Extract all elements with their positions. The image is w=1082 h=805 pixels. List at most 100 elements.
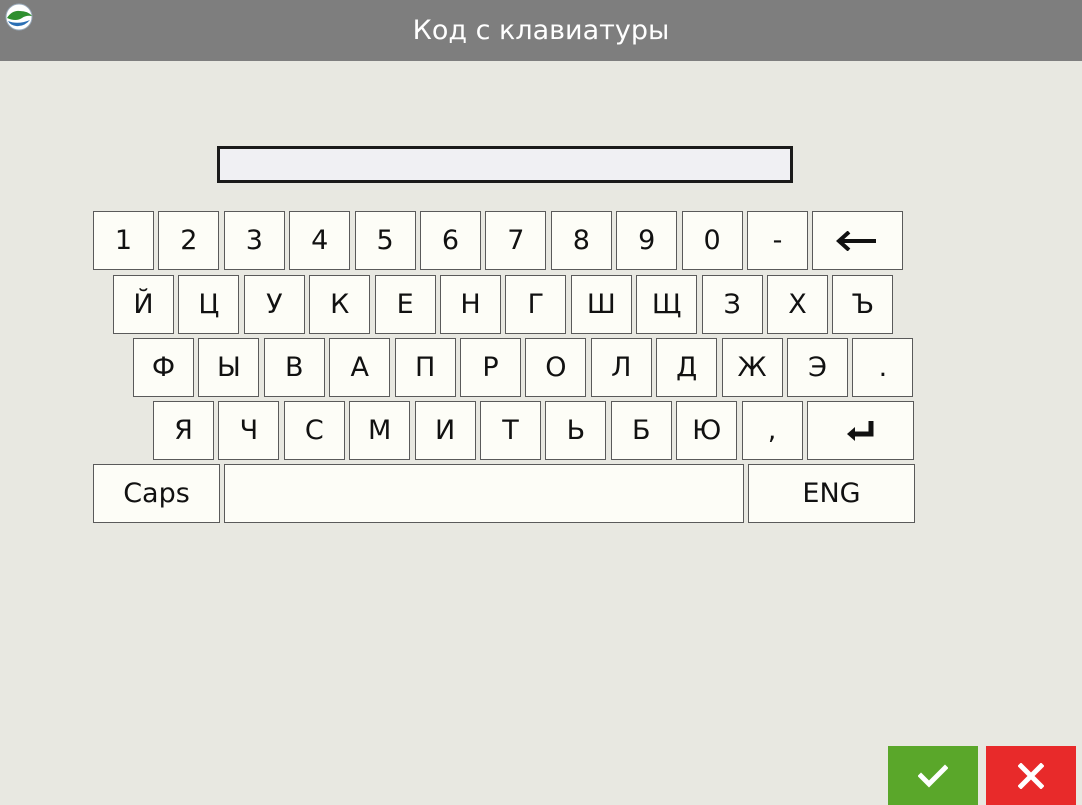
key-м[interactable]: М (349, 401, 411, 460)
key-label: Е (396, 289, 414, 320)
key-label: 3 (245, 225, 263, 256)
key-label: 4 (311, 225, 329, 256)
key-ж[interactable]: Ж (721, 338, 783, 397)
key-н[interactable]: Н (440, 275, 501, 334)
key-label: . (878, 352, 888, 383)
app-logo-icon (5, 3, 33, 31)
key-minus[interactable]: - (747, 211, 808, 270)
key-9[interactable]: 9 (616, 211, 678, 270)
key-в[interactable]: В (263, 338, 325, 397)
key-label: Ф (151, 352, 176, 383)
key-label: Р (482, 352, 499, 383)
key-ц[interactable]: Ц (178, 275, 240, 334)
key-5[interactable]: 5 (354, 211, 416, 270)
key-7[interactable]: 7 (485, 211, 547, 270)
key-ъ[interactable]: Ъ (832, 275, 894, 334)
key-label: В (285, 352, 304, 383)
key-label: 7 (507, 225, 525, 256)
key-п[interactable]: П (394, 338, 456, 397)
close-icon (1018, 762, 1044, 789)
backspace-arrow-icon (835, 230, 876, 251)
key-label: Д (676, 352, 698, 383)
confirm-button[interactable] (888, 746, 978, 805)
caps-key[interactable]: Caps (93, 464, 220, 523)
key-label: Ч (239, 415, 259, 446)
code-input[interactable] (217, 146, 793, 183)
backspace-key[interactable] (812, 211, 904, 270)
enter-key[interactable] (807, 401, 914, 460)
key-label: Ю (692, 415, 722, 446)
key-ы[interactable]: Ы (198, 338, 260, 397)
key-label: , (767, 415, 777, 446)
key-label: К (330, 289, 350, 320)
key-4[interactable]: 4 (289, 211, 351, 270)
key-ч[interactable]: Ч (218, 401, 280, 460)
key-8[interactable]: 8 (550, 211, 612, 270)
key-label: 2 (180, 225, 198, 256)
key-э[interactable]: Э (787, 338, 848, 397)
key-label: Ш (586, 289, 616, 320)
key-и[interactable]: И (414, 401, 476, 460)
key-6[interactable]: 6 (420, 211, 481, 270)
key-label: 6 (441, 225, 460, 256)
window-title: Код с клавиатуры (412, 15, 670, 46)
key-1[interactable]: 1 (93, 211, 154, 270)
key-о[interactable]: О (525, 338, 587, 397)
key-label: 0 (703, 225, 721, 256)
key-label: Caps (123, 478, 190, 509)
key-ю[interactable]: Ю (676, 401, 738, 460)
key-я[interactable]: Я (153, 401, 214, 460)
key-label: М (368, 415, 392, 446)
key-label: С (304, 415, 324, 446)
key-щ[interactable]: Щ (636, 275, 698, 334)
key-label: Щ (651, 289, 682, 320)
key-к[interactable]: К (309, 275, 371, 334)
key-л[interactable]: Л (590, 338, 652, 397)
key-р[interactable]: Р (460, 338, 521, 397)
space-key[interactable] (224, 464, 744, 523)
key-label: З (723, 289, 741, 320)
key-т[interactable]: Т (480, 401, 541, 460)
key-label: Ц (198, 289, 220, 320)
enter-return-icon (846, 420, 873, 441)
key-label: У (266, 289, 283, 320)
key-label: 1 (114, 225, 133, 256)
key-label: Ь (566, 415, 586, 446)
cancel-button[interactable] (986, 746, 1076, 805)
language-switch-key[interactable]: ENG (748, 464, 915, 523)
key-label: 5 (376, 225, 394, 256)
key-label: Ъ (851, 289, 875, 320)
key-label: Ж (737, 352, 767, 383)
key-label: Ы (216, 352, 241, 383)
key-б[interactable]: Б (610, 401, 672, 460)
key-label: Б (632, 415, 651, 446)
key-с[interactable]: С (283, 401, 345, 460)
key-е[interactable]: Е (374, 275, 436, 334)
key-label: Т (502, 415, 519, 446)
key-label: Э (808, 352, 827, 383)
key-label: Я (174, 415, 193, 446)
key-й[interactable]: Й (113, 275, 174, 334)
key-comma[interactable]: , (741, 401, 803, 460)
key-label: П (414, 352, 436, 383)
key-label: - (772, 225, 783, 256)
key-д[interactable]: Д (656, 338, 718, 397)
key-х[interactable]: Х (767, 275, 828, 334)
key-label: Х (788, 289, 807, 320)
key-ш[interactable]: Ш (570, 275, 632, 334)
key-label: И (434, 415, 456, 446)
key-period[interactable]: . (852, 338, 914, 397)
key-label: Г (527, 289, 545, 320)
key-з[interactable]: З (701, 275, 763, 334)
key-3[interactable]: 3 (223, 211, 285, 270)
key-а[interactable]: А (329, 338, 391, 397)
key-у[interactable]: У (243, 275, 305, 334)
key-2[interactable]: 2 (158, 211, 220, 270)
key-label: ENG (802, 478, 861, 509)
key-ь[interactable]: Ь (545, 401, 607, 460)
key-ф[interactable]: Ф (133, 338, 194, 397)
key-г[interactable]: Г (505, 275, 567, 334)
key-label: О (545, 352, 567, 383)
key-label: 8 (572, 225, 590, 256)
key-0[interactable]: 0 (681, 211, 743, 270)
